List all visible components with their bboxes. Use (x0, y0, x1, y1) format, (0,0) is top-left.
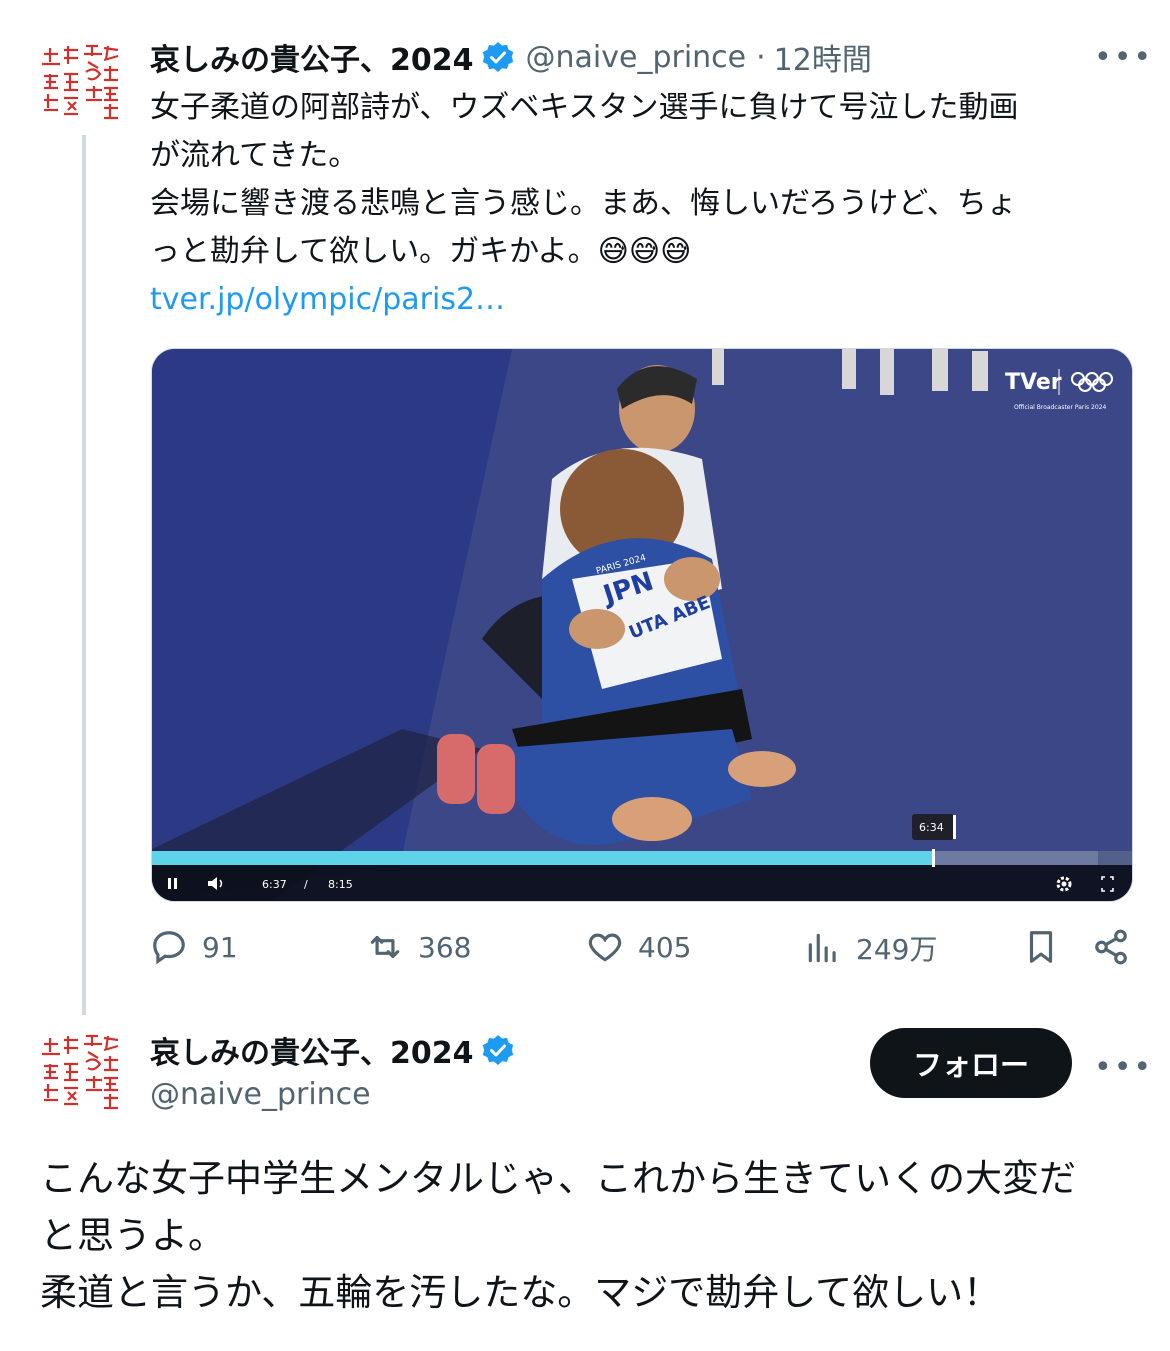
timestamp[interactable]: 12時間 (774, 35, 872, 79)
more-options-icon[interactable]: ••• (1094, 1050, 1153, 1085)
progress-thumb[interactable] (932, 849, 935, 867)
hover-time: 6:34 (919, 821, 944, 834)
more-options-icon[interactable]: ••• (1094, 40, 1153, 75)
views-chart-icon (808, 933, 836, 963)
share-icon (1095, 929, 1127, 965)
quoted-tweet-text: 女子柔道の阿部詩が、ウズベキスタン選手に負けて号泣した動画 が流れてきた。 会場… (150, 84, 1140, 324)
duration: 8:15 (328, 878, 353, 891)
text-line: 柔道と言うか、五輪を汚したな。マジで勘弁して欲しい！ (40, 1271, 1001, 1314)
text-line: が流れてきた。 (150, 138, 359, 173)
tweet-link[interactable]: tver.jp/olympic/paris2… (150, 276, 1140, 324)
views-button[interactable]: 249万 (804, 928, 937, 968)
video-player[interactable]: JPN UTA ABE PARIS 2024 TVer Official Bro… (151, 348, 1133, 902)
retweet-icon (370, 935, 400, 959)
avatar[interactable] (38, 40, 124, 126)
reply-icon (153, 931, 185, 965)
tweet-actions: 91 368 405 249万 (150, 928, 1135, 984)
like-count: 405 (638, 930, 692, 964)
reply-count: 91 (202, 930, 238, 964)
bookmark-button[interactable] (1022, 928, 1074, 966)
handle[interactable]: @naive_prince (526, 40, 747, 75)
view-count: 249万 (856, 933, 938, 966)
retweet-count: 368 (418, 930, 472, 964)
text-line: 女子柔道の阿部詩が、ウズベキスタン選手に負けて号泣した動画 (150, 90, 1019, 125)
like-button[interactable]: 405 (586, 928, 691, 966)
text-line: と思うよ。 (40, 1214, 225, 1257)
dot-separator: · (756, 39, 766, 75)
quoted-tweet-header: 哀しみの貴公子、2024 @naive_prince · 12時間 (150, 34, 872, 80)
video-frame: JPN UTA ABE PARIS 2024 TVer Official Bro… (152, 349, 1132, 901)
broadcaster-note: Official Broadcaster Paris 2024 (1014, 404, 1107, 411)
progress-bar[interactable] (152, 851, 933, 865)
main-tweet-header: 哀しみの貴公子、2024 (150, 1027, 514, 1073)
verified-badge-icon (482, 41, 514, 73)
current-time: 6:37 (262, 878, 287, 891)
bookmark-icon (1029, 931, 1053, 963)
text-line: っと勘弁して欲しい。ガキかよ。😅😅😅 (150, 234, 692, 269)
text-line: 会場に響き渡る悲鳴と言う感じ。まあ、悔しいだろうけど、ちょ (150, 186, 1017, 221)
avatar[interactable] (38, 1030, 124, 1116)
reply-button[interactable]: 91 (150, 928, 238, 966)
tver-logo-icon: TVer (1005, 370, 1062, 395)
avatar-stamp-icon (42, 44, 119, 120)
follow-button[interactable]: フォロー (870, 1028, 1072, 1098)
text-line: こんな女子中学生メンタルじゃ、これから生きていくの大変だ (40, 1157, 1076, 1200)
retweet-button[interactable]: 368 (366, 928, 471, 966)
thread-line (82, 135, 86, 1015)
handle[interactable]: @naive_prince (150, 1077, 371, 1112)
time-separator: / (304, 878, 308, 891)
verified-badge-icon (482, 1034, 514, 1066)
display-name[interactable]: 哀しみの貴公子、2024 (150, 1028, 474, 1072)
display-name[interactable]: 哀しみの貴公子、2024 (150, 35, 474, 79)
avatar-stamp-icon (42, 1034, 119, 1110)
heart-icon (588, 933, 622, 962)
main-tweet-text: こんな女子中学生メンタルじゃ、これから生きていくの大変だ と思うよ。 柔道と言う… (40, 1150, 1140, 1321)
share-button[interactable] (1092, 928, 1144, 966)
